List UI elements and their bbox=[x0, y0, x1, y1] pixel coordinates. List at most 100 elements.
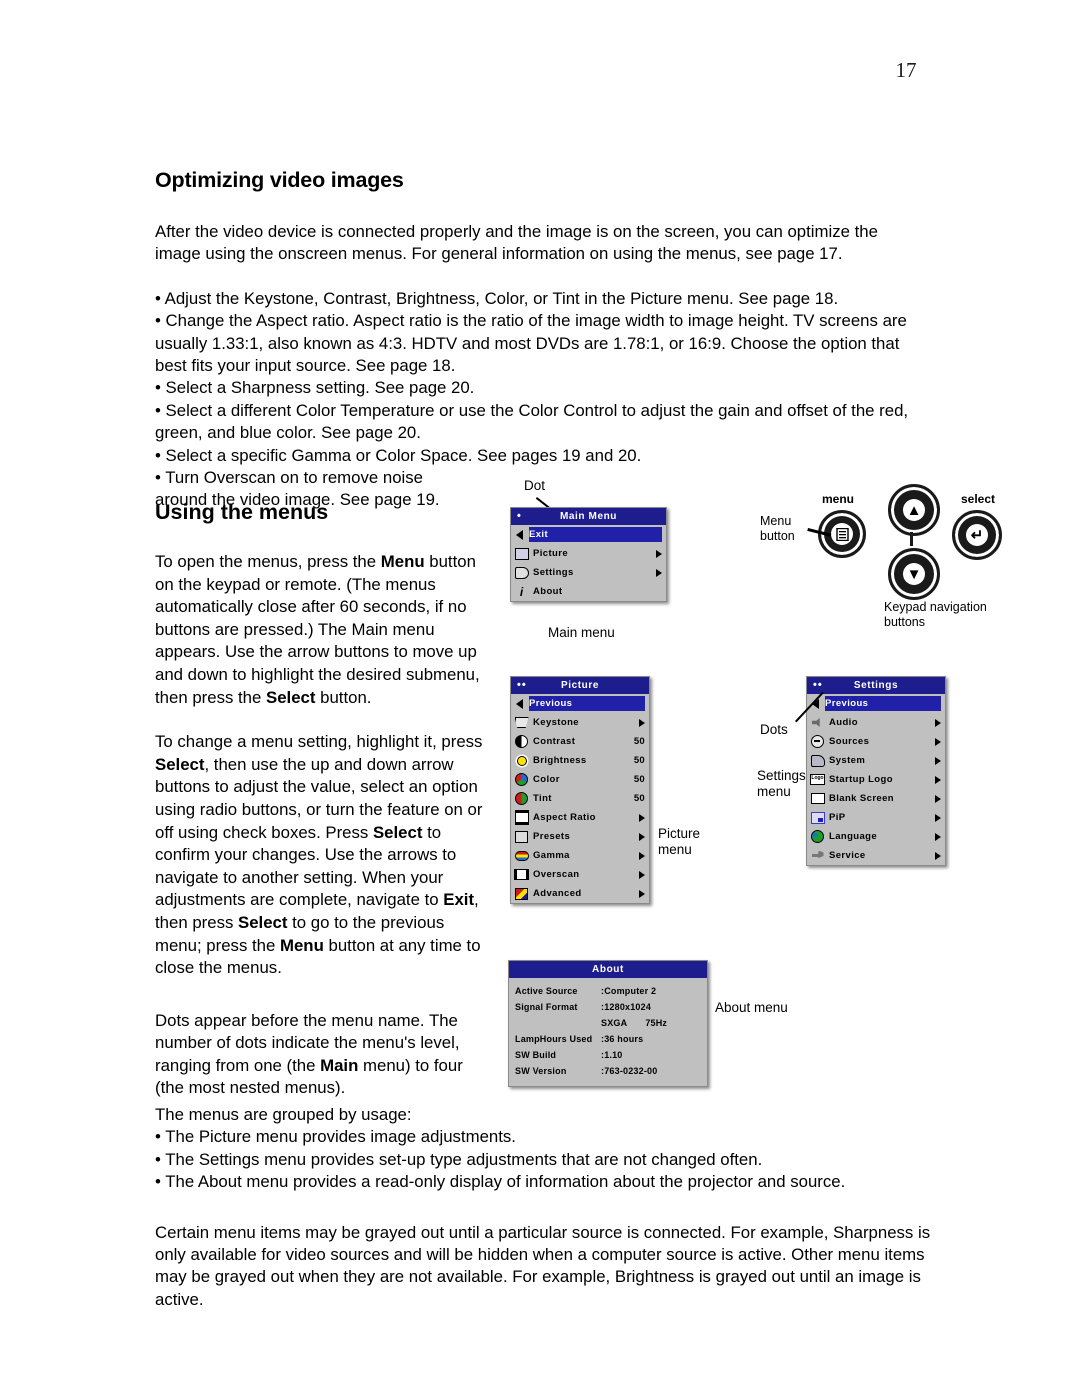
table-row: Active Source :Computer 2 bbox=[515, 983, 701, 999]
main-menu-caption: Main menu bbox=[548, 625, 615, 640]
list-item-text: Select a different Color Temperature or … bbox=[155, 400, 909, 443]
emphasis-select: Select bbox=[155, 754, 205, 774]
caption-line: Settings bbox=[757, 768, 806, 783]
select-button[interactable]: ↵ bbox=[952, 510, 1002, 560]
menu-key-label: menu bbox=[822, 492, 855, 506]
text-run: button on the keypad or remote. (The men… bbox=[155, 552, 480, 707]
settings-menu-item-audio[interactable]: Audio bbox=[807, 713, 945, 732]
navigation-down-button[interactable]: ▼ bbox=[888, 548, 940, 600]
settings-menu-item-service[interactable]: Service bbox=[807, 846, 945, 865]
list-item: • Select a specific Gamma or Color Space… bbox=[155, 445, 642, 465]
list-item-text: Adjust the Keystone, Contrast, Brightnes… bbox=[164, 288, 839, 308]
settings-menu-item-label: Service bbox=[829, 850, 866, 861]
chevron-right-icon bbox=[656, 549, 662, 558]
keypad-navigation-diagram: menu ▲ ▼ select ↵ Menu button Keypad nav… bbox=[760, 478, 1010, 633]
chevron-right-icon bbox=[935, 718, 941, 727]
main-menu-item-exit[interactable]: Exit bbox=[511, 525, 666, 544]
main-menu-item-label: Settings bbox=[533, 567, 574, 578]
picture-menu-item-brightness[interactable]: Brightness 50 bbox=[511, 751, 649, 770]
emphasis-select: Select bbox=[372, 822, 423, 842]
about-row-key: SW Version bbox=[515, 1066, 567, 1076]
settings-menu-screenshot: •• Settings Previous Audio Sources Syste… bbox=[806, 676, 946, 866]
picture-menu-item-label: Contrast bbox=[533, 736, 576, 747]
settings-menu-item-language[interactable]: Language bbox=[807, 827, 945, 846]
chevron-right-icon bbox=[935, 775, 941, 784]
keystone-icon bbox=[514, 716, 529, 729]
gamma-icon bbox=[514, 849, 529, 862]
sources-icon bbox=[810, 735, 825, 748]
caption-line: Keypad navigation bbox=[884, 600, 987, 614]
dots-callout-label: Dots bbox=[760, 722, 788, 737]
picture-menu-item-value: 50 bbox=[633, 793, 645, 804]
chevron-right-icon bbox=[639, 851, 645, 860]
picture-menu-item-label: Keystone bbox=[533, 717, 579, 728]
about-row-key: Signal Format bbox=[515, 1002, 578, 1012]
about-menu-caption: About menu bbox=[715, 1000, 788, 1015]
chevron-right-icon bbox=[639, 870, 645, 879]
section-optimizing-video-images: Optimizing video images After the video … bbox=[155, 168, 925, 512]
about-row-key: SW Build bbox=[515, 1050, 557, 1060]
audio-icon bbox=[810, 716, 825, 729]
chevron-right-icon bbox=[935, 756, 941, 765]
settings-menu-item-blank-screen[interactable]: Blank Screen bbox=[807, 789, 945, 808]
settings-menu-item-label: Sources bbox=[829, 736, 870, 747]
system-icon bbox=[810, 754, 825, 767]
keypad-navigation-caption: Keypad navigation buttons bbox=[884, 600, 987, 630]
settings-icon bbox=[514, 566, 529, 579]
picture-menu-item-overscan[interactable]: Overscan bbox=[511, 865, 649, 884]
chevron-right-icon bbox=[935, 813, 941, 822]
table-row: SW Version :763-0232-00 bbox=[515, 1063, 701, 1079]
list-item-text: Change the Aspect ratio. Aspect ratio is… bbox=[155, 311, 907, 376]
picture-menu-item-aspect-ratio[interactable]: Aspect Ratio bbox=[511, 808, 649, 827]
settings-menu-item-system[interactable]: System bbox=[807, 751, 945, 770]
picture-menu-item-advanced[interactable]: Advanced bbox=[511, 884, 649, 903]
table-row: LampHours Used :36 hours bbox=[515, 1031, 701, 1047]
picture-menu-item-gamma[interactable]: Gamma bbox=[511, 846, 649, 865]
main-menu-item-label: Exit bbox=[529, 529, 549, 540]
picture-menu-item-color[interactable]: Color 50 bbox=[511, 770, 649, 789]
grayed-out-paragraph: Certain menu items may be grayed out unt… bbox=[155, 1222, 931, 1309]
emphasis-select: Select bbox=[266, 687, 316, 707]
settings-menu-item-label: Audio bbox=[829, 717, 858, 728]
main-menu-screenshot: • Main Menu Exit Picture Settings i Abou… bbox=[510, 507, 667, 602]
chevron-right-icon bbox=[656, 568, 662, 577]
main-menu-title: Main Menu bbox=[559, 511, 618, 522]
list-item: • The About menu provides a read-only di… bbox=[155, 1172, 846, 1192]
about-row-value: :763-0232-00 bbox=[601, 1066, 658, 1076]
chevron-right-icon bbox=[639, 813, 645, 822]
settings-menu-item-pip[interactable]: PiP bbox=[807, 808, 945, 827]
settings-menu-item-label: Startup Logo bbox=[829, 774, 893, 785]
chevron-right-icon bbox=[639, 718, 645, 727]
brightness-icon bbox=[514, 754, 529, 767]
about-menu-title: About bbox=[592, 964, 624, 975]
main-menu-item-about[interactable]: i About bbox=[511, 582, 666, 601]
picture-menu-item-presets[interactable]: Presets bbox=[511, 827, 649, 846]
settings-menu-item-label: System bbox=[829, 755, 866, 766]
picture-menu-item-keystone[interactable]: Keystone bbox=[511, 713, 649, 732]
settings-menu-item-startup-logo[interactable]: Logo Startup Logo bbox=[807, 770, 945, 789]
list-item: • Select a different Color Temperature o… bbox=[155, 400, 909, 443]
settings-menu-item-label: Blank Screen bbox=[829, 793, 894, 804]
list-item: • Adjust the Keystone, Contrast, Brightn… bbox=[155, 288, 839, 308]
paragraph-open-menus: To open the menus, press the Menu button… bbox=[155, 551, 495, 709]
settings-menu-item-label: PiP bbox=[829, 812, 846, 823]
list-item-text: The Settings menu provides set-up type a… bbox=[165, 1149, 763, 1169]
about-row-value-text: :1280x1024 SXGA bbox=[601, 1002, 652, 1028]
chevron-right-icon bbox=[935, 851, 941, 860]
settings-menu-item-sources[interactable]: Sources bbox=[807, 732, 945, 751]
main-menu-item-picture[interactable]: Picture bbox=[511, 544, 666, 563]
emphasis-menu: Menu bbox=[380, 552, 425, 571]
list-item-text: The Picture menu provides image adjustme… bbox=[165, 1127, 516, 1147]
caption-line: menu bbox=[658, 842, 692, 857]
main-menu-item-settings[interactable]: Settings bbox=[511, 563, 666, 582]
navigation-up-button[interactable]: ▲ bbox=[888, 484, 940, 536]
settings-menu-item-previous[interactable]: Previous bbox=[807, 694, 945, 713]
text-run: To open the menus, press the bbox=[155, 552, 381, 571]
about-info-table: Active Source :Computer 2 Signal Format … bbox=[509, 978, 707, 1086]
menu-level-dots: • bbox=[517, 510, 522, 522]
table-row: SW Build :1.10 bbox=[515, 1047, 701, 1063]
picture-menu-item-tint[interactable]: Tint 50 bbox=[511, 789, 649, 808]
picture-menu-item-previous[interactable]: Previous bbox=[511, 694, 649, 713]
emphasis-exit: Exit bbox=[443, 890, 475, 910]
picture-menu-item-contrast[interactable]: Contrast 50 bbox=[511, 732, 649, 751]
